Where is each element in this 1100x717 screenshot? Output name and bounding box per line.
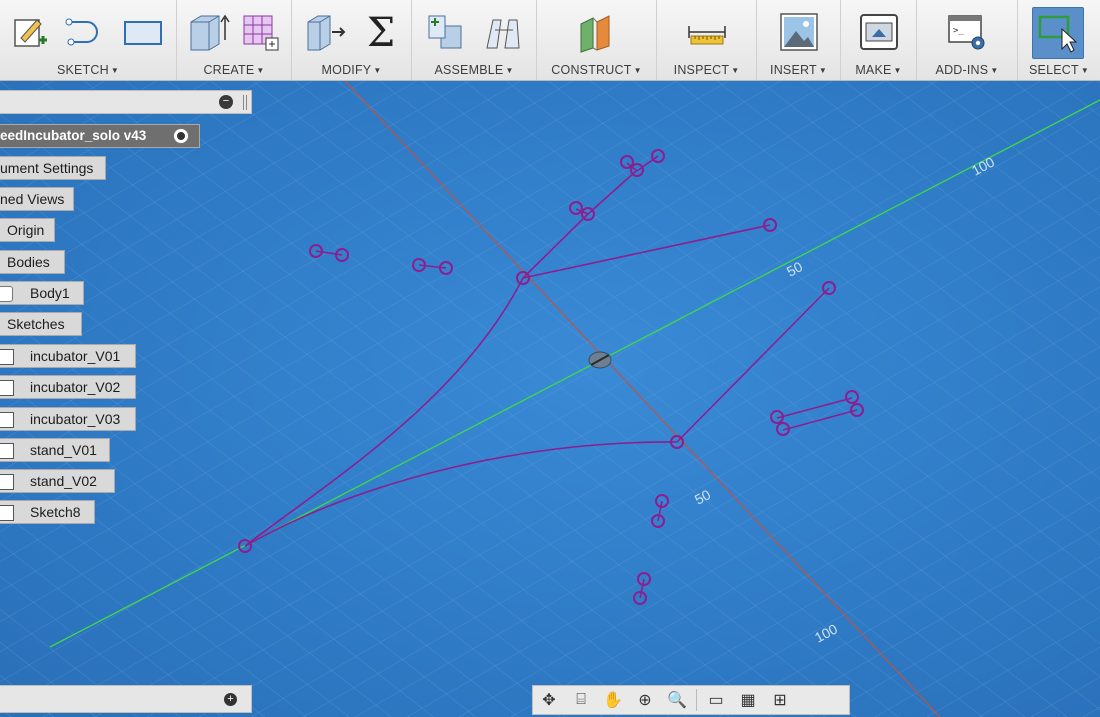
svg-text:>_: >_ [953,26,964,36]
make-group[interactable]: MAKE ▼ [841,0,917,80]
browser-node-sketch[interactable]: incubator_V03 [0,407,136,431]
node-label: Origin [7,222,45,238]
scripts-icon[interactable]: >_ [944,8,990,56]
inspect-menu-label[interactable]: INSPECT ▼ [657,63,756,77]
expand-icon[interactable]: + [224,693,237,706]
browser-root-node[interactable]: eedIncubator_solo v43 [0,124,200,148]
new-component-icon[interactable] [422,8,468,56]
offset-plane-icon[interactable] [574,8,620,56]
browser-node-body1[interactable]: Body1 [0,281,84,305]
body-icon [0,286,13,302]
sketch-icon [0,474,14,490]
collapse-icon[interactable]: − [219,95,233,109]
comments-panel[interactable]: + [0,685,252,713]
sketch-icon [0,412,14,428]
make-menu-label[interactable]: MAKE ▼ [841,63,916,77]
browser-node-sketches[interactable]: Sketches [0,312,82,336]
node-label: incubator_V02 [30,379,121,395]
select-icon[interactable] [1032,7,1084,59]
node-label: ned Views [0,191,65,207]
assemble-menu-label[interactable]: ASSEMBLE ▼ [412,63,536,77]
select-menu-label[interactable]: SELECT ▼ [1018,63,1100,77]
construct-group[interactable]: CONSTRUCT ▼ [537,0,657,80]
browser-node-document-settings[interactable]: ument Settings [0,156,106,180]
modify-group[interactable]: Σ MODIFY ▼ [292,0,412,80]
select-group[interactable]: SELECT ▼ [1018,0,1100,80]
sketch-icon [0,505,14,521]
svg-text:Σ: Σ [367,10,395,54]
active-radio-icon[interactable] [173,128,189,144]
press-pull-icon[interactable] [302,8,348,56]
browser-node-sketch[interactable]: stand_V02 [0,469,115,493]
addins-group[interactable]: >_ ADD-INS ▼ [917,0,1018,80]
insert-group[interactable]: INSERT ▼ [757,0,841,80]
zoom-icon[interactable]: ⊕ [629,686,661,714]
fit-icon[interactable]: 🔍 [661,686,693,714]
insert-image-icon[interactable] [776,8,822,56]
sketch-icon [0,443,14,459]
nav-separator [696,689,697,711]
browser-panel: − eedIncubator_solo v43 ument Settings n… [0,0,260,540]
node-label: stand_V02 [30,473,97,489]
construct-menu-label[interactable]: CONSTRUCT ▼ [537,63,656,77]
sum-icon[interactable]: Σ [358,8,404,56]
look-at-icon[interactable]: ⌸ [565,686,597,714]
browser-node-bodies[interactable]: Bodies [0,250,65,274]
insert-menu-label[interactable]: INSERT ▼ [757,63,840,77]
panel-grip-icon[interactable] [243,95,247,110]
node-label: stand_V01 [30,442,97,458]
node-label: Bodies [7,254,50,270]
grid-settings-icon[interactable]: ▦ [732,686,764,714]
node-label: Body1 [30,285,70,301]
3d-print-icon[interactable] [856,8,902,56]
browser-node-sketch[interactable]: Sketch8 [0,500,95,524]
browser-node-named-views[interactable]: ned Views [0,187,74,211]
origin-point[interactable] [588,351,612,369]
viewports-icon[interactable]: ⊞ [764,686,796,714]
joint-icon[interactable] [480,8,526,56]
browser-node-sketch[interactable]: stand_V01 [0,438,110,462]
browser-node-sketch[interactable]: incubator_V01 [0,344,136,368]
node-label: incubator_V01 [30,348,121,364]
modify-menu-label[interactable]: MODIFY ▼ [292,63,411,77]
addins-menu-label[interactable]: ADD-INS ▼ [917,63,1017,77]
inspect-group[interactable]: INSPECT ▼ [657,0,757,80]
node-label: ument Settings [0,160,94,176]
browser-header[interactable]: − [0,90,252,114]
browser-node-sketch[interactable]: incubator_V02 [0,375,136,399]
measure-icon[interactable] [684,8,730,56]
node-label: incubator_V03 [30,411,121,427]
node-label: Sketch8 [30,504,81,520]
assemble-group[interactable]: ASSEMBLE ▼ [412,0,537,80]
browser-node-origin[interactable]: Origin [0,218,55,242]
pan-icon[interactable]: ✋ [597,686,629,714]
orbit-icon[interactable]: ✥ [533,686,565,714]
sketch-icon [0,380,14,396]
display-settings-icon[interactable]: ▭ [700,686,732,714]
root-label: eedIncubator_solo v43 [0,128,147,143]
sketch-icon [0,349,14,365]
navigation-bar: ✥ ⌸ ✋ ⊕ 🔍 ▭ ▦ ⊞ [532,685,850,715]
node-label: Sketches [7,316,65,332]
